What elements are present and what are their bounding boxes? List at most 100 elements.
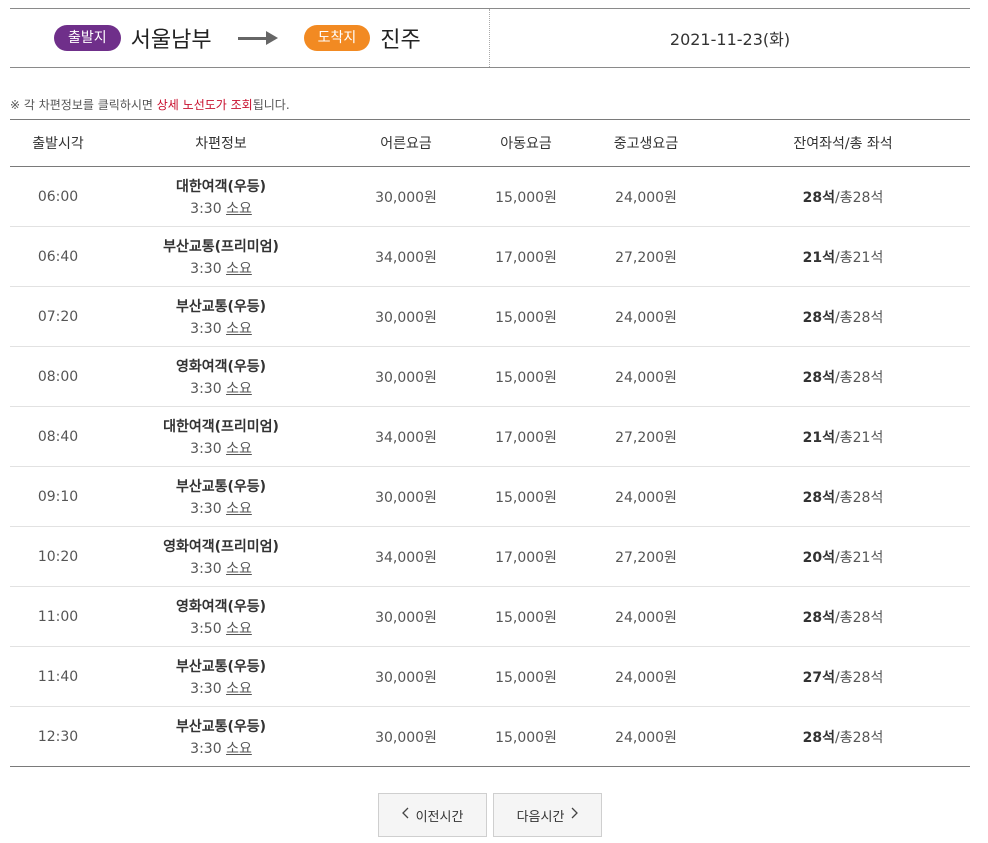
duration-value: 3:30 xyxy=(190,320,222,337)
departure-time: 07:20 xyxy=(37,308,79,325)
departure-time: 10:20 xyxy=(37,548,79,565)
bus-info[interactable]: 영화여객(우등) 3:50 소요 xyxy=(106,587,336,647)
remaining-seats: 28석 xyxy=(802,369,836,386)
seat-availability: 21석/총21석 xyxy=(716,227,970,287)
duration-suffix: 소요 xyxy=(226,500,252,517)
route-cities: 출발지 서울남부 도착지 진주 xyxy=(10,9,490,67)
adult-fare: 34,000원 xyxy=(375,429,437,446)
notice-suffix: 됩니다. xyxy=(252,98,290,112)
adult-fare: 30,000원 xyxy=(375,189,437,206)
adult-fare: 34,000원 xyxy=(375,549,437,566)
table-row[interactable]: 06:00 대한여객(우등) 3:30 소요 30,000원 15,000원 24,000… xyxy=(10,167,970,227)
bus-info[interactable]: 부산교통(프리미엄) 3:30 소요 xyxy=(106,227,336,287)
table-row[interactable]: 11:40 부산교통(우등) 3:30 소요 30,000원 15,000원 24,000… xyxy=(10,647,970,707)
bus-info[interactable]: 부산교통(우등) 3:30 소요 xyxy=(106,707,336,767)
duration-value: 3:30 xyxy=(190,680,222,697)
child-fare: 17,000원 xyxy=(495,429,557,446)
table-row[interactable]: 12:30 부산교통(우등) 3:30 소요 30,000원 15,000원 24,000… xyxy=(10,707,970,767)
bus-info[interactable]: 대한여객(프리미엄) 3:30 소요 xyxy=(106,407,336,467)
student-fare: 27,200원 xyxy=(615,249,677,266)
duration-suffix: 소요 xyxy=(226,440,252,457)
adult-fare: 30,000원 xyxy=(375,609,437,626)
table-header-row: 출발시각 차편정보 어른요금 아동요금 중고생요금 잔여좌석/총 좌석 xyxy=(10,119,970,167)
bus-info[interactable]: 부산교통(우등) 3:30 소요 xyxy=(106,647,336,707)
travel-duration: 3:30 소요 xyxy=(106,318,336,338)
chevron-right-icon xyxy=(570,807,579,823)
departure-time: 11:40 xyxy=(37,668,79,685)
bus-company: 영화여객(우등) xyxy=(175,358,267,375)
child-fare: 15,000원 xyxy=(495,369,557,386)
seat-availability: 28석/총28석 xyxy=(716,167,970,227)
remaining-seats: 28석 xyxy=(802,189,836,206)
header-child-fare: 아동요금 xyxy=(500,136,552,152)
bus-company: 영화여객(프리미엄) xyxy=(163,538,279,555)
student-fare: 24,000원 xyxy=(615,309,677,326)
header-adult-fare: 어른요금 xyxy=(380,136,432,152)
bus-info[interactable]: 영화여객(프리미엄) 3:30 소요 xyxy=(106,527,336,587)
remaining-seats: 20석 xyxy=(802,549,836,566)
next-time-label: 다음시간 xyxy=(516,809,565,825)
departure-badge: 출발지 xyxy=(54,25,121,51)
seat-availability: 28석/총28석 xyxy=(716,287,970,347)
bus-company: 부산교통(우등) xyxy=(175,298,267,315)
total-seats: /총28석 xyxy=(835,189,884,206)
travel-duration: 3:50 소요 xyxy=(106,618,336,638)
seat-availability: 28석/총28석 xyxy=(716,467,970,527)
seat-availability: 28석/총28석 xyxy=(716,587,970,647)
bus-info[interactable]: 부산교통(우등) 3:30 소요 xyxy=(106,287,336,347)
departure-date: 2021-11-23(화) xyxy=(669,30,791,49)
student-fare: 24,000원 xyxy=(615,369,677,386)
bus-company: 대한여객(우등) xyxy=(175,178,267,195)
table-row[interactable]: 10:20 영화여객(프리미엄) 3:30 소요 34,000원 17,000원 27,2… xyxy=(10,527,970,587)
travel-duration: 3:30 소요 xyxy=(106,258,336,278)
table-row[interactable]: 08:40 대한여객(프리미엄) 3:30 소요 34,000원 17,000원 27,2… xyxy=(10,407,970,467)
time-pager: 이전시간 다음시간 xyxy=(378,793,602,837)
arrow-right-icon xyxy=(237,28,278,48)
route-summary: 출발지 서울남부 도착지 진주 2021-11-23(화) xyxy=(10,8,970,68)
travel-duration: 3:30 소요 xyxy=(106,558,336,578)
total-seats: /총28석 xyxy=(835,729,884,746)
departure-time: 08:00 xyxy=(37,368,79,385)
notice-highlight: 상세 노선도가 조회 xyxy=(156,98,253,112)
notice-prefix: ※ 각 차편정보를 클릭하시면 xyxy=(10,98,157,112)
student-fare: 27,200원 xyxy=(615,429,677,446)
schedule-table: 출발시각 차편정보 어른요금 아동요금 중고생요금 잔여좌석/총 좌석 06:0… xyxy=(10,119,970,767)
total-seats: /총28석 xyxy=(835,309,884,326)
student-fare: 24,000원 xyxy=(615,729,677,746)
duration-value: 3:30 xyxy=(190,380,222,397)
table-row[interactable]: 11:00 영화여객(우등) 3:50 소요 30,000원 15,000원 24,000… xyxy=(10,587,970,647)
child-fare: 15,000원 xyxy=(495,189,557,206)
table-row[interactable]: 06:40 부산교통(프리미엄) 3:30 소요 34,000원 17,000원 27,2… xyxy=(10,227,970,287)
travel-duration: 3:30 소요 xyxy=(106,678,336,698)
route-date-area: 2021-11-23(화) xyxy=(490,9,970,67)
bus-info[interactable]: 대한여객(우등) 3:30 소요 xyxy=(106,167,336,227)
table-row[interactable]: 09:10 부산교통(우등) 3:30 소요 30,000원 15,000원 24,000… xyxy=(10,467,970,527)
student-fare: 24,000원 xyxy=(615,669,677,686)
seat-availability: 20석/총21석 xyxy=(716,527,970,587)
child-fare: 15,000원 xyxy=(495,309,557,326)
remaining-seats: 28석 xyxy=(802,609,836,626)
student-fare: 24,000원 xyxy=(615,489,677,506)
prev-time-button[interactable]: 이전시간 xyxy=(378,793,487,837)
duration-suffix: 소요 xyxy=(226,260,252,277)
travel-duration: 3:30 소요 xyxy=(106,198,336,218)
table-row[interactable]: 08:00 영화여객(우등) 3:30 소요 30,000원 15,000원 24,000… xyxy=(10,347,970,407)
bus-info[interactable]: 영화여객(우등) 3:30 소요 xyxy=(106,347,336,407)
duration-value: 3:30 xyxy=(190,260,222,277)
remaining-seats: 28석 xyxy=(802,729,836,746)
student-fare: 24,000원 xyxy=(615,609,677,626)
duration-value: 3:30 xyxy=(190,500,222,517)
adult-fare: 34,000원 xyxy=(375,249,437,266)
bus-company: 부산교통(우등) xyxy=(175,718,267,735)
bus-info[interactable]: 부산교통(우등) 3:30 소요 xyxy=(106,467,336,527)
adult-fare: 30,000원 xyxy=(375,669,437,686)
child-fare: 15,000원 xyxy=(495,669,557,686)
travel-duration: 3:30 소요 xyxy=(106,438,336,458)
table-row[interactable]: 07:20 부산교통(우등) 3:30 소요 30,000원 15,000원 24,000… xyxy=(10,287,970,347)
duration-suffix: 소요 xyxy=(226,680,252,697)
adult-fare: 30,000원 xyxy=(375,489,437,506)
next-time-button[interactable]: 다음시간 xyxy=(493,793,602,837)
travel-duration: 3:30 소요 xyxy=(106,738,336,758)
chevron-left-icon xyxy=(401,807,410,823)
departure-time: 08:40 xyxy=(37,428,79,445)
